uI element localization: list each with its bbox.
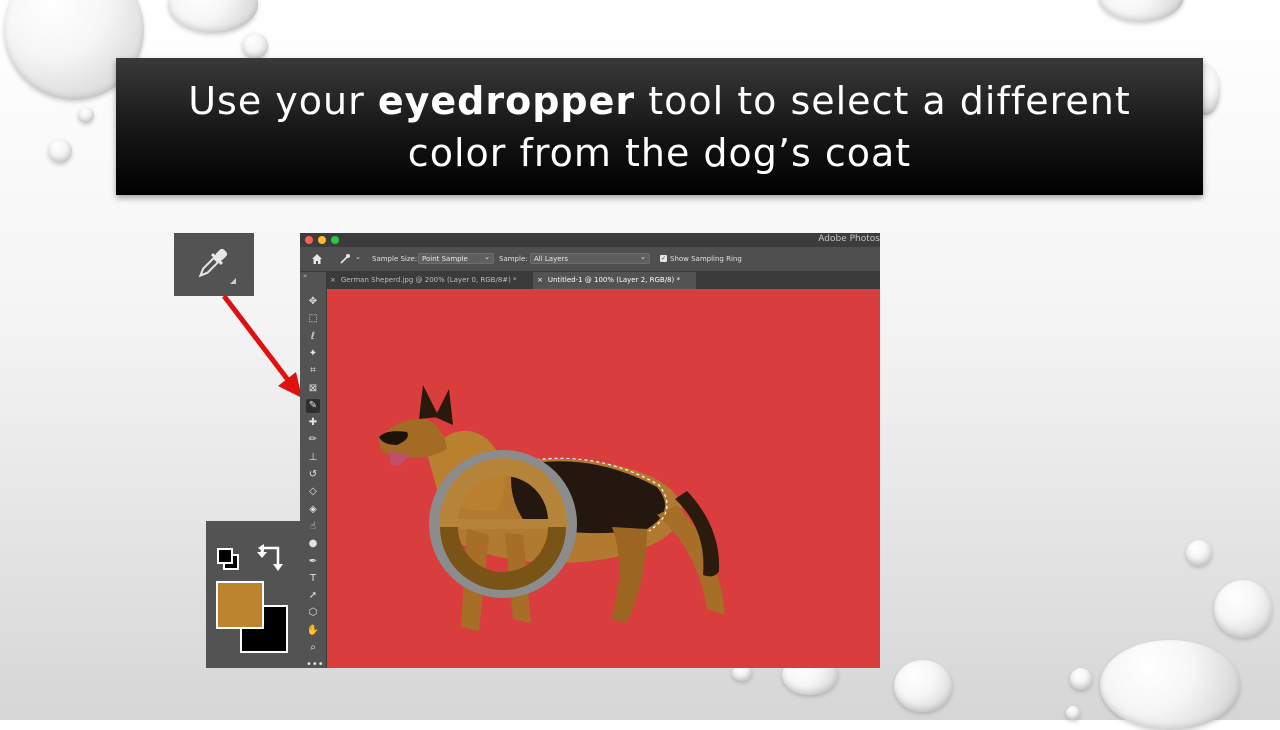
paint-bucket-icon[interactable]: ◈ xyxy=(306,503,320,517)
water-droplet xyxy=(894,660,952,712)
options-bar: ⌄ Sample Size: Point Sample Sample: All … xyxy=(300,247,880,272)
sample-select[interactable]: All Layers xyxy=(530,252,650,264)
document-canvas[interactable] xyxy=(327,289,880,668)
sample-size-select[interactable]: Point Sample xyxy=(418,252,494,264)
zoom-icon[interactable]: ⌕ xyxy=(306,641,320,655)
tools-panel: ✥ ⬚ ℓ ✦ ⌗ ⊠ ✎ ✚ ✏ ⊥ ↺ ◇ ◈ ☝ ● ✒ T ➚ ⬡ ✋ ⌕ ••• xyxy=(300,289,327,668)
frame-icon[interactable]: ⊠ xyxy=(306,382,320,396)
minimize-window-button[interactable] xyxy=(318,236,326,244)
healing-icon[interactable]: ✚ xyxy=(306,416,320,430)
hand-icon[interactable]: ✋ xyxy=(306,624,320,638)
title-text-bold: eyedropper xyxy=(377,78,636,123)
more-icon[interactable]: ••• xyxy=(306,658,324,668)
show-sampling-ring-checkbox[interactable]: ✓ xyxy=(660,255,667,262)
dodge-icon[interactable]: ● xyxy=(306,537,320,551)
eyedropper-tool-closeup[interactable] xyxy=(174,233,254,296)
tool-preset-chevron-icon[interactable]: ⌄ xyxy=(355,253,361,261)
water-droplet xyxy=(78,107,94,123)
water-droplet xyxy=(1100,640,1240,730)
path-select-icon[interactable]: ➚ xyxy=(306,589,320,603)
water-droplet xyxy=(1098,0,1184,22)
tool-preset-eyedropper-icon[interactable] xyxy=(339,253,351,265)
foreground-color-swatch[interactable] xyxy=(216,581,264,629)
slide-title: Use your eyedropper tool to select a dif… xyxy=(160,75,1160,179)
marquee-icon[interactable]: ⬚ xyxy=(306,312,320,326)
tab-untitled-1[interactable]: × Untitled-1 @ 100% (Layer 2, RGB/8) * xyxy=(533,272,696,289)
water-droplet xyxy=(1186,540,1212,566)
shape-icon[interactable]: ⬡ xyxy=(306,606,320,620)
tab-label: Untitled-1 @ 100% (Layer 2, RGB/8) * xyxy=(547,276,680,284)
photoshop-window: Adobe Photos ⌄ Sample Size: Point Sample… xyxy=(300,233,880,668)
eyedropper-icon xyxy=(198,248,228,278)
document-tabs: × German Sheperd.jpg @ 200% (Layer 0, RGB… xyxy=(326,272,880,289)
sample-size-label: Sample Size: xyxy=(372,255,418,263)
tab-close-icon[interactable]: × xyxy=(330,276,336,284)
eraser-icon[interactable]: ◇ xyxy=(306,485,320,499)
pen-icon[interactable]: ✒ xyxy=(306,555,320,569)
water-droplet xyxy=(1066,706,1080,720)
smudge-icon[interactable]: ☝ xyxy=(306,520,320,534)
stamp-icon[interactable]: ⊥ xyxy=(306,451,320,465)
water-droplet xyxy=(48,139,72,163)
default-colors-icon[interactable] xyxy=(216,547,242,573)
tool-flyout-indicator xyxy=(230,278,236,284)
water-droplet xyxy=(168,0,258,33)
home-icon[interactable] xyxy=(311,253,323,265)
show-sampling-ring-label: Show Sampling Ring xyxy=(670,255,742,263)
swap-colors-icon[interactable] xyxy=(256,543,286,573)
window-titlebar: Adobe Photos xyxy=(300,233,880,247)
close-window-button[interactable] xyxy=(305,236,313,244)
water-droplet xyxy=(242,33,268,59)
tab-close-icon[interactable]: × xyxy=(537,276,543,284)
type-icon[interactable]: T xyxy=(306,572,320,586)
color-swatch-closeup xyxy=(206,521,302,668)
title-text-pre: Use your xyxy=(188,78,378,123)
water-droplet xyxy=(1070,668,1092,690)
german-shepherd-image xyxy=(378,385,725,631)
maximize-window-button[interactable] xyxy=(331,236,339,244)
magic-wand-icon[interactable]: ✦ xyxy=(306,347,320,361)
brush-icon[interactable]: ✏ xyxy=(306,433,320,447)
panel-collapse-icon[interactable]: » xyxy=(303,272,307,280)
move-icon[interactable]: ✥ xyxy=(306,295,320,309)
water-droplet xyxy=(1214,580,1272,638)
history-brush-icon[interactable]: ↺ xyxy=(306,468,320,482)
tab-label: German Sheperd.jpg @ 200% (Layer 0, RGB/… xyxy=(340,276,517,284)
slide-title-banner: Use your eyedropper tool to select a dif… xyxy=(116,58,1203,195)
lasso-icon[interactable]: ℓ xyxy=(306,330,320,344)
crop-icon[interactable]: ⌗ xyxy=(306,364,320,378)
tab-german-sheperd[interactable]: × German Sheperd.jpg @ 200% (Layer 0, RGB… xyxy=(326,272,531,289)
sample-label: Sample: xyxy=(499,255,528,263)
app-title: Adobe Photos xyxy=(818,234,880,244)
eyedropper-icon[interactable]: ✎ xyxy=(306,398,320,413)
